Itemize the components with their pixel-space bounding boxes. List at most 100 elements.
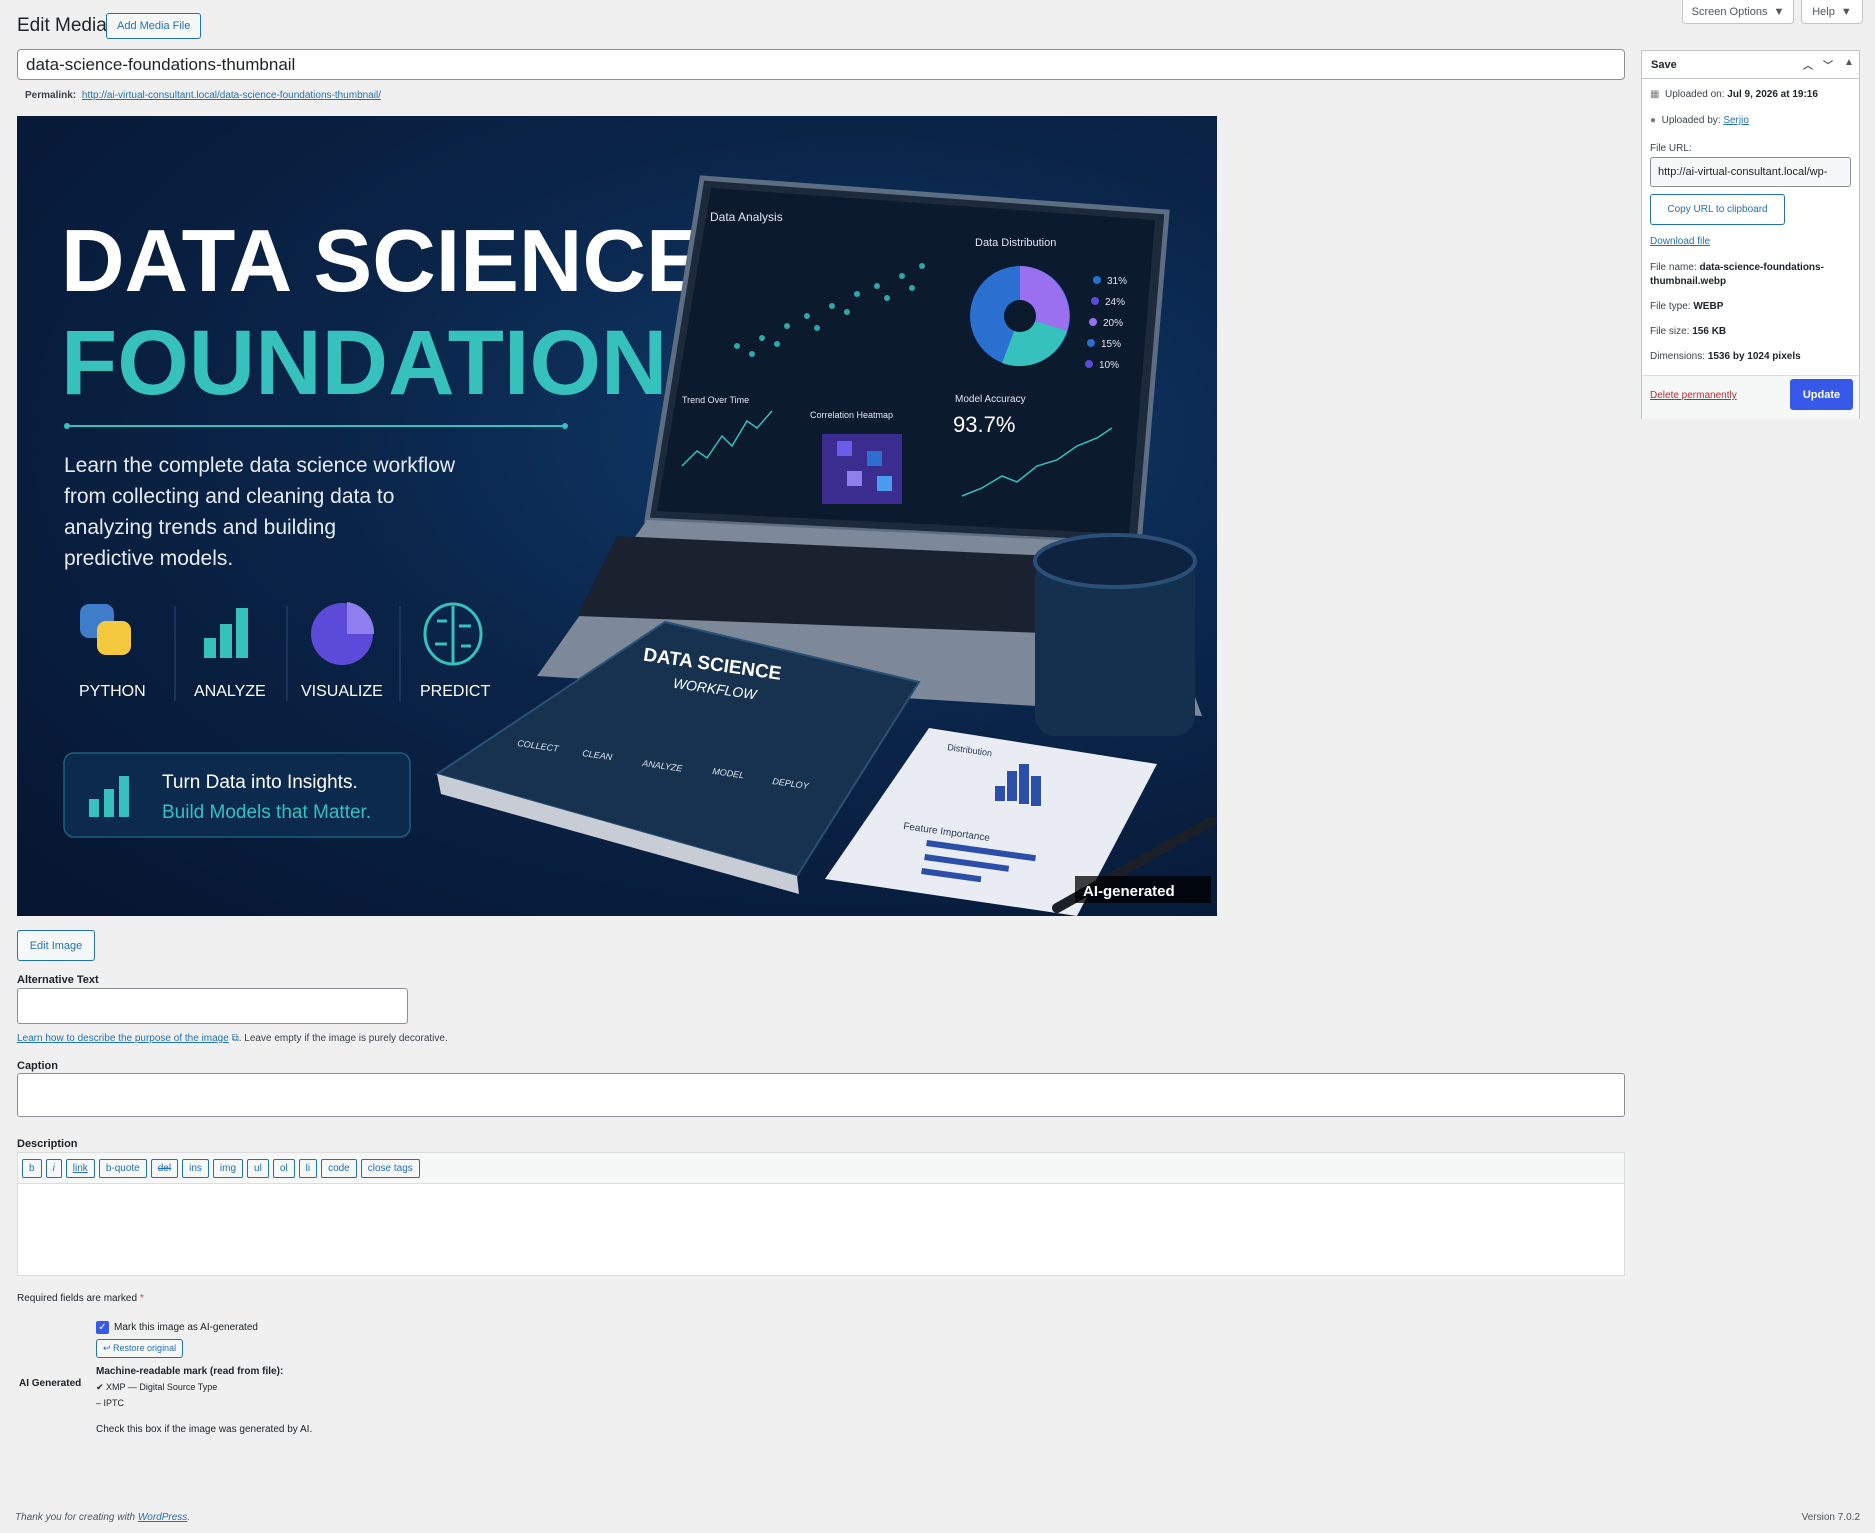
move-up-icon[interactable]: ︿ (1803, 57, 1813, 72)
ai-generated-badge-text: AI-generated (1083, 883, 1175, 900)
permalink-label: Permalink: (25, 90, 77, 101)
save-metabox-footer: Delete permanently Update (1642, 375, 1859, 419)
dimensions: Dimensions: 1536 by 1024 pixels (1650, 351, 1801, 362)
pie-chart-icon (311, 602, 375, 665)
footer-version: Version 7.0.2 (1801, 1512, 1860, 1523)
restore-original-button[interactable]: ↩ Restore original (96, 1339, 184, 1358)
screen-trend: Trend Over Time (682, 395, 749, 405)
caret-down-icon: ▼ (1773, 5, 1785, 18)
heatmap-cells (822, 434, 902, 504)
alt-text-input[interactable] (17, 988, 408, 1024)
file-name: File name: data-science-foundations- thu… (1650, 261, 1824, 289)
screen-data-analysis: Data Analysis (710, 210, 783, 224)
help-tab[interactable]: Help ▼ (1801, 0, 1863, 24)
collapse-toggle-icon[interactable]: ▲ (1844, 57, 1854, 68)
delete-permanently-link[interactable]: Delete permanently (1650, 390, 1737, 401)
footer-period: . (187, 1512, 191, 1523)
screen-options-label: Screen Options (1691, 5, 1768, 18)
icon-label-visualize: VISUALIZE (301, 683, 383, 700)
qt-img-button[interactable]: img (212, 1158, 244, 1178)
caret-down-icon: ▼ (1840, 5, 1852, 18)
description-editor: b i link b-quote del ins img ul ol li co… (17, 1152, 1625, 1276)
ai-generated-checkbox[interactable]: ✓ (96, 1321, 109, 1334)
caption-input[interactable] (17, 1073, 1625, 1117)
help-label: Help (1812, 5, 1835, 18)
external-link-icon: ⧉ (231, 1033, 239, 1044)
check-icon: ✓ (98, 1322, 107, 1333)
banner-line2: Build Models that Matter. (162, 802, 371, 823)
qt-ins-button[interactable]: ins (182, 1158, 209, 1178)
icon-label-predict: PREDICT (420, 683, 490, 700)
qt-link-button[interactable]: link (65, 1158, 95, 1178)
image-subtitle-2: from collecting and cleaning data to (64, 485, 394, 508)
bar-chart-icon (204, 608, 248, 658)
required-star: * (139, 1293, 144, 1304)
user-icon: ● (1650, 115, 1657, 126)
uploaded-on-label: Uploaded on: (1665, 89, 1725, 100)
file-size-label: File size: (1650, 326, 1690, 337)
wordpress-link[interactable]: WordPress (138, 1512, 187, 1523)
download-file-link[interactable]: Download file (1650, 236, 1710, 247)
banner-line1: Turn Data into Insights. (162, 772, 358, 793)
move-down-icon[interactable]: ﹀ (1823, 57, 1833, 72)
page-title: Edit Media (17, 15, 107, 36)
save-metabox: Save ︿ ﹀ ▲ ▦ Uploaded on: Jul 9, 2026 at… (1641, 50, 1860, 419)
file-url-label: File URL: (1650, 143, 1692, 154)
pie-legend-5: 10% (1099, 360, 1119, 371)
pie-legend-2: 24% (1105, 297, 1125, 308)
brain-icon (423, 602, 483, 666)
qt-bold-button[interactable]: b (22, 1158, 42, 1178)
uploaded-on: ▦ Uploaded on: Jul 9, 2026 at 19:16 (1650, 89, 1818, 100)
permalink-link[interactable]: http://ai-virtual-consultant.local/data-… (82, 90, 381, 101)
image-title-line1: DATA SCIENCE (61, 211, 705, 310)
qt-close-tags-button[interactable]: close tags (360, 1158, 420, 1178)
icon-label-python: PYTHON (79, 683, 146, 700)
file-name-value-2: thumbnail.webp (1650, 276, 1727, 287)
qt-code-button[interactable]: code (321, 1158, 357, 1178)
save-metabox-title: Save (1651, 58, 1677, 71)
dimensions-value: 1536 by 1024 pixels (1707, 351, 1801, 362)
media-image-preview: DATA SCIENCE FOUNDATIONS Learn the compl… (17, 116, 1217, 916)
qt-ol-button[interactable]: ol (272, 1158, 295, 1178)
screen-accuracy: Model Accuracy (955, 394, 1026, 405)
image-subtitle-3: analyzing trends and building (64, 516, 336, 539)
footer-thanks-text: Thank you for creating with (15, 1512, 136, 1523)
uploaded-on-value: Jul 9, 2026 at 19:16 (1727, 89, 1818, 100)
xmp-status: ✔ XMP — Digital Source Type (96, 1382, 218, 1392)
update-button[interactable]: Update (1790, 379, 1853, 410)
footer-thanks: Thank you for creating with WordPress. (15, 1512, 190, 1523)
uploader-link[interactable]: Serjio (1723, 115, 1749, 126)
file-size-value: 156 KB (1692, 326, 1727, 337)
alt-help-rest: . Leave empty if the image is purely dec… (238, 1033, 448, 1044)
image-title-line2: FOUNDATIONS (61, 312, 729, 414)
machine-mark-heading: Machine-readable mark (read from file): (96, 1366, 284, 1377)
required-note: Required fields are marked * (17, 1293, 144, 1304)
qt-del-button[interactable]: del (150, 1158, 179, 1178)
quicktags-toolbar: b i link b-quote del ins img ul ol li co… (18, 1153, 1624, 1184)
alt-text-help: Learn how to describe the purpose of the… (17, 1033, 448, 1044)
required-note-text: Required fields are marked (17, 1293, 138, 1304)
dimensions-label: Dimensions: (1650, 351, 1706, 362)
ai-checkbox-label: Mark this image as AI-generated (114, 1322, 258, 1333)
permalink: Permalink: http://ai-virtual-consultant.… (25, 90, 381, 101)
description-textarea[interactable] (18, 1184, 1624, 1274)
caption-label: Caption (17, 1060, 58, 1072)
qt-italic-button[interactable]: i (45, 1158, 62, 1178)
alt-text-label: Alternative Text (17, 974, 99, 986)
title-input[interactable] (17, 49, 1625, 80)
add-media-file-button[interactable]: Add Media File (106, 13, 202, 39)
uploaded-by: ● Uploaded by: Serjio (1650, 115, 1749, 126)
edit-image-button[interactable]: Edit Image (17, 930, 95, 961)
ai-help-text: Check this box if the image was generate… (96, 1424, 313, 1435)
file-type: File type: WEBP (1650, 301, 1723, 312)
screen-options-tab[interactable]: Screen Options ▼ (1682, 0, 1794, 24)
file-url-input[interactable] (1650, 157, 1851, 187)
copy-url-button[interactable]: Copy URL to clipboard (1650, 194, 1785, 225)
screen-data-distribution: Data Distribution (975, 237, 1056, 249)
pie-legend-1: 31% (1107, 276, 1127, 287)
qt-blockquote-button[interactable]: b-quote (98, 1158, 147, 1178)
qt-ul-button[interactable]: ul (247, 1158, 269, 1178)
icon-label-analyze: ANALYZE (194, 683, 266, 700)
alt-help-link[interactable]: Learn how to describe the purpose of the… (17, 1033, 229, 1044)
qt-li-button[interactable]: li (298, 1158, 318, 1178)
